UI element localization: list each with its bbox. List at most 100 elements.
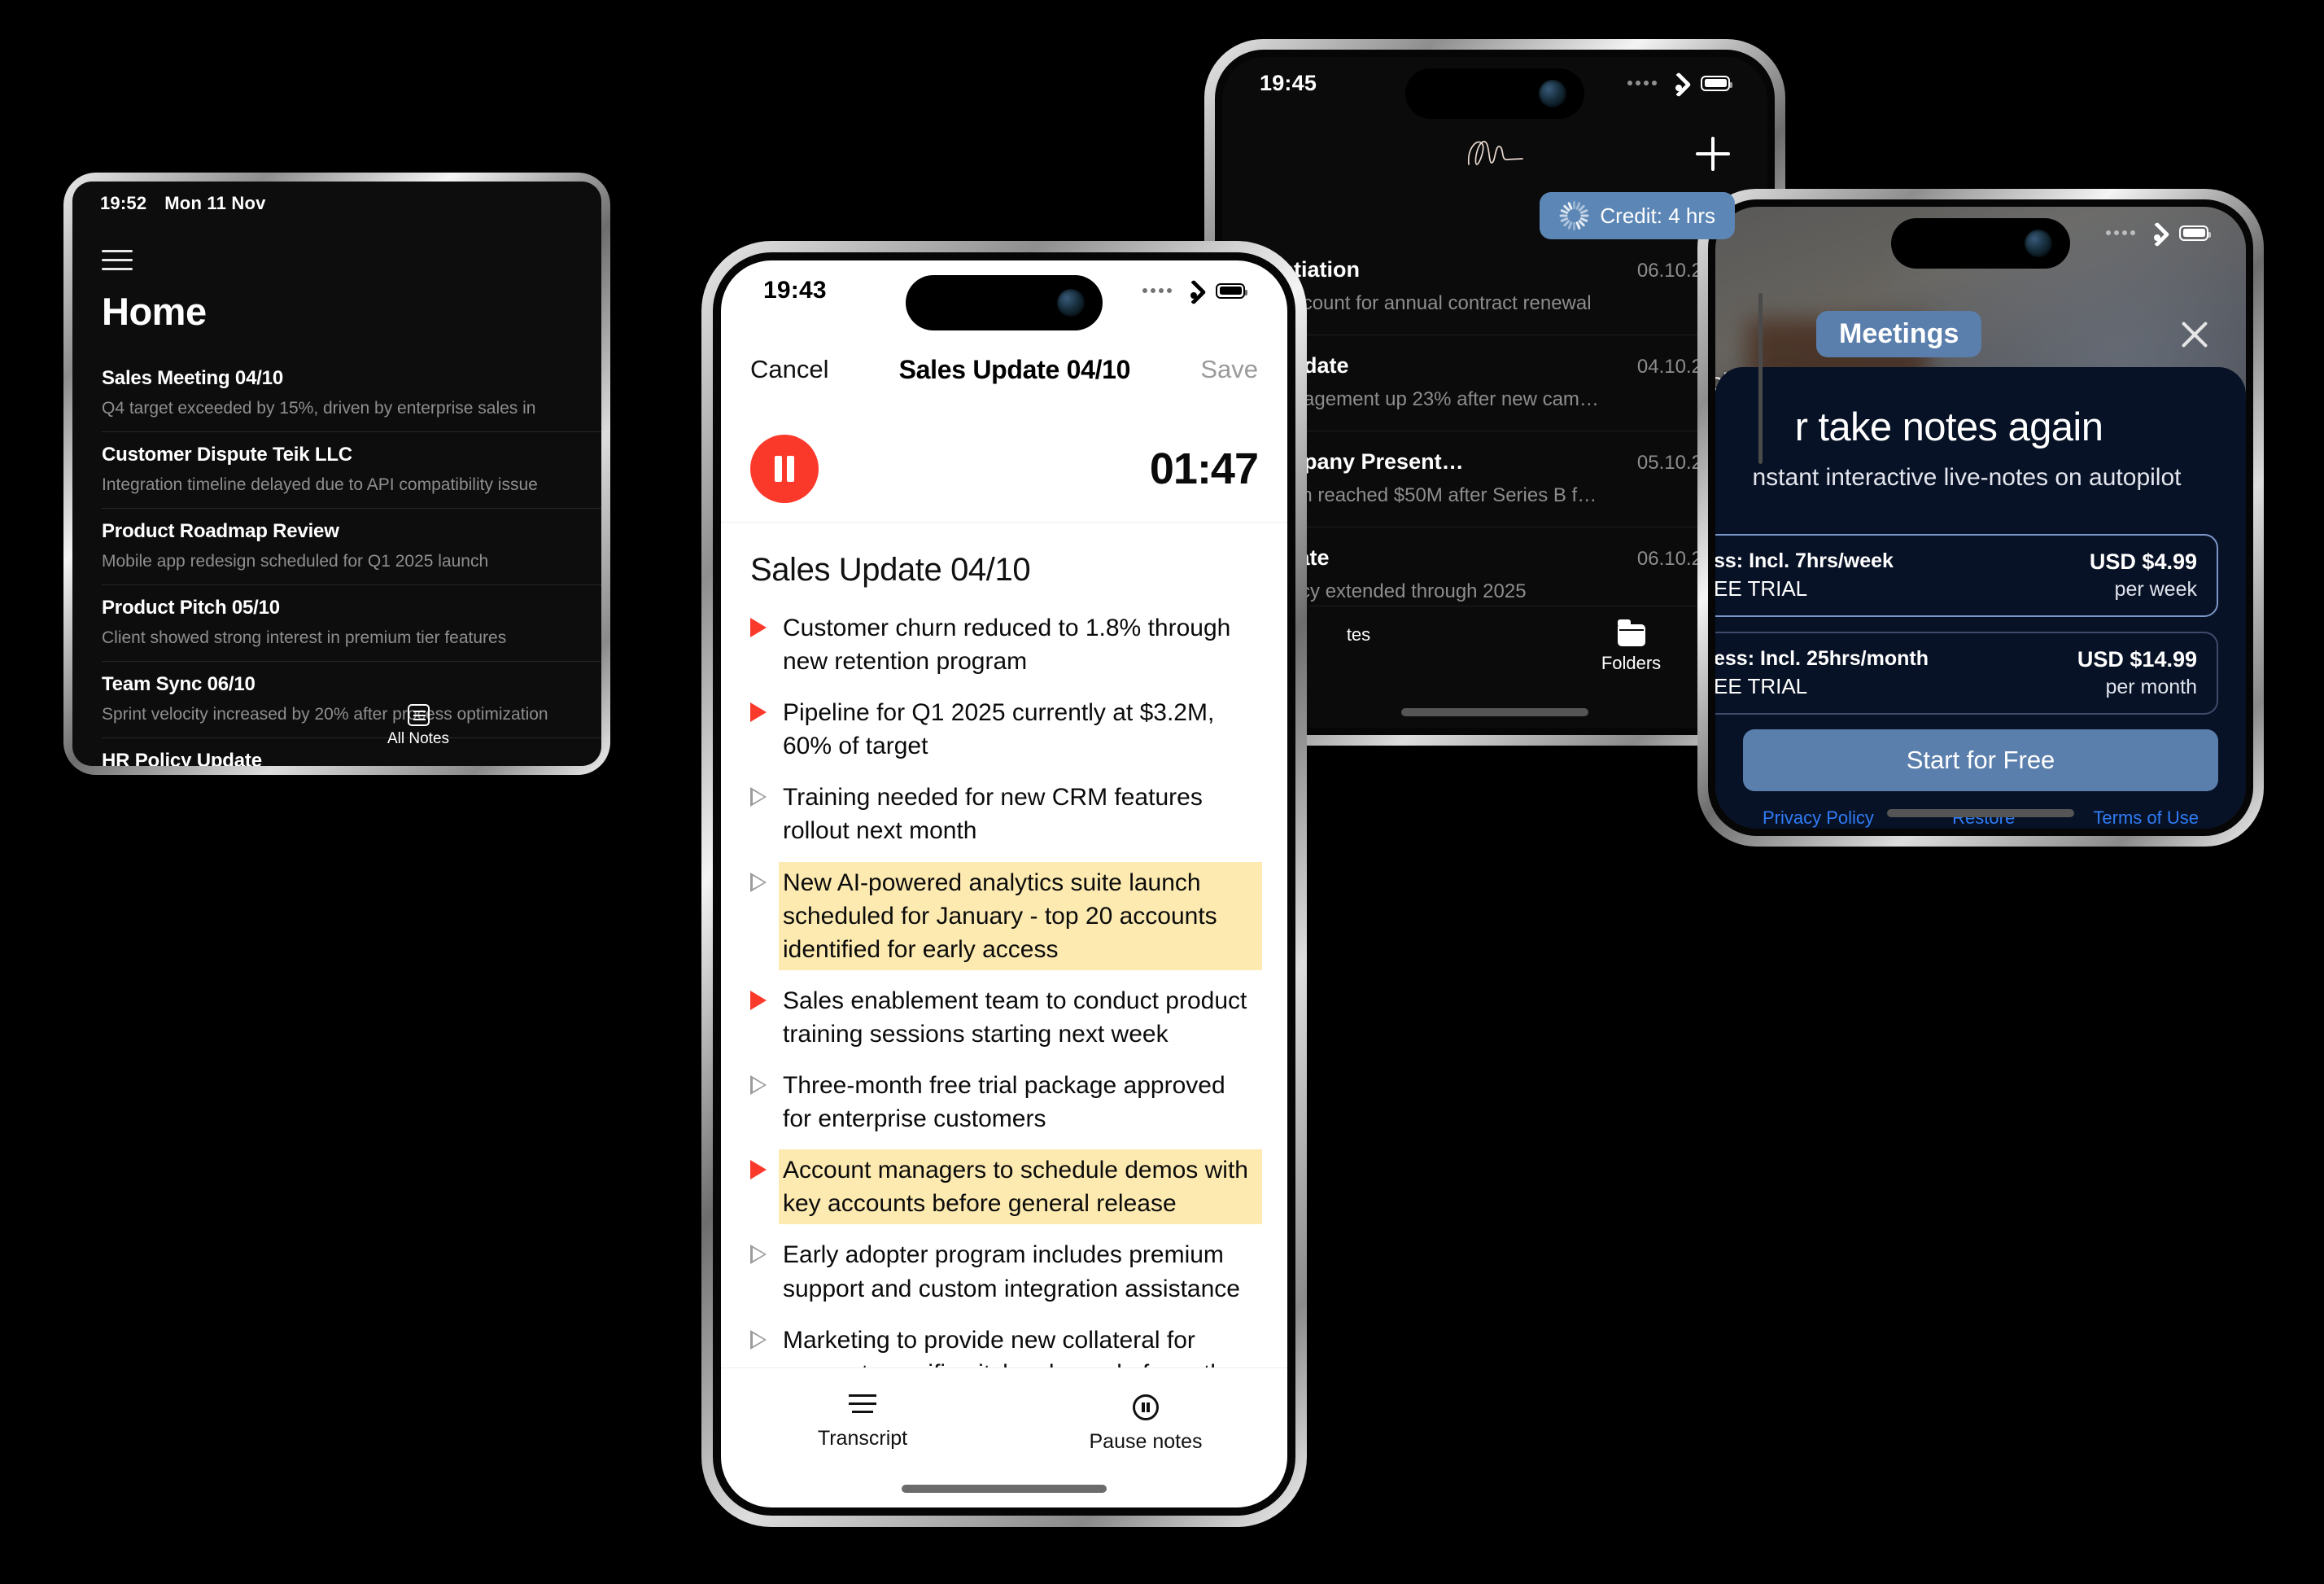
tab-transcript[interactable]: Transcript — [721, 1394, 1004, 1451]
meetings-badge: Meetings — [1816, 311, 1982, 357]
page-title: Home — [102, 290, 207, 333]
bullet-text: Training needed for new CRM features rol… — [783, 784, 1203, 845]
wifi-icon — [1667, 75, 1690, 92]
status-time: 19:45 — [1260, 70, 1317, 95]
plan-line2: EE TRIAL — [1715, 674, 1808, 698]
battery-icon — [1701, 75, 1732, 91]
battery-icon — [2179, 225, 2211, 241]
app-logo-icon — [1468, 141, 1523, 165]
plan-list: ss: Incl. 7hrs/week EE TRIAL USD $4.99 p… — [1715, 534, 2218, 715]
paywall-card: r take notes again nstant interactive li… — [1715, 367, 2246, 829]
transcript-icon — [849, 1394, 876, 1417]
plan-line1: ss: Incl. 7hrs/week — [1715, 549, 1894, 572]
note-title: Team Sync 06/10 — [102, 673, 256, 695]
scrollbar[interactable] — [1758, 293, 1763, 464]
wifi-icon — [2146, 225, 2169, 242]
outline-triangle-icon — [750, 787, 767, 807]
filled-triangle-icon — [750, 618, 767, 637]
recorder-bar: 01:47 — [721, 415, 1287, 523]
note-bullet-highlighted[interactable]: New AI-powered analytics suite launch sc… — [750, 865, 1258, 966]
wifi-icon — [1182, 282, 1205, 300]
note-subtitle: luation reached $50M after Series B f… — [1255, 484, 1597, 506]
back-phone-nav — [1222, 120, 1767, 190]
filled-triangle-icon — [750, 702, 767, 723]
bullet-text: Three-month free trial package approved … — [783, 1072, 1225, 1133]
note-subtitle: Mobile app redesign scheduled for Q1 202… — [102, 552, 489, 571]
plan-price: USD $14.99 — [2077, 647, 2197, 672]
note-bullet-highlighted[interactable]: Account managers to schedule demos with … — [750, 1153, 1258, 1221]
terms-of-use-link[interactable]: Terms of Use — [2093, 807, 2199, 829]
privacy-policy-link[interactable]: Privacy Policy — [1763, 807, 1874, 829]
list-item[interactable]: Customer Dispute Teik LLC Integration ti… — [102, 432, 601, 509]
right-phone-screen: Meetings o track KPIs, provide weeklyes … — [1715, 207, 2246, 829]
tablet-status-bar: 19:52 Mon 11 Nov — [72, 182, 601, 225]
save-button[interactable]: Save — [1200, 355, 1258, 384]
note-title: Sales Meeting 04/10 — [102, 367, 283, 389]
tab-all-notes[interactable]: All Notes — [387, 704, 449, 748]
note-subtitle: % discount for annual contract renewal — [1255, 292, 1592, 314]
tablet-device: 19:52 Mon 11 Nov Home Sales Meeting 04/1… — [63, 173, 610, 775]
paywall-headline: r take notes again — [1794, 405, 2103, 449]
status-time: 19:43 — [763, 277, 827, 304]
list-item[interactable]: Product Pitch 05/10 Client showed strong… — [102, 585, 601, 662]
start-for-free-button[interactable]: Start for Free — [1743, 729, 2218, 791]
cellular-icon — [2106, 230, 2135, 235]
note-bullet[interactable]: Training needed for new CRM features rol… — [750, 781, 1258, 847]
plan-period: per week — [2114, 578, 2197, 601]
dynamic-island — [906, 275, 1103, 330]
note-bullet[interactable]: Pipeline for Q1 2025 currently at $3.2M,… — [750, 696, 1258, 763]
note-bullet[interactable]: Customer churn reduced to 1.8% through n… — [750, 611, 1258, 678]
note-bullet[interactable]: Sales enablement team to conduct product… — [750, 984, 1258, 1051]
folder-icon — [1617, 619, 1645, 646]
credit-label: Credit: 4 hrs — [1600, 203, 1715, 228]
main-phone-device: 19:43 Cancel Sales Update 04/10 Save 01:… — [701, 241, 1307, 1527]
note-subtitle: Q4 target exceeded by 15%, driven by ent… — [102, 399, 536, 418]
filled-triangle-icon — [750, 1160, 767, 1180]
list-item[interactable]: Product Roadmap Review Mobile app redesi… — [102, 509, 601, 585]
pause-circle-icon — [1133, 1394, 1159, 1420]
outline-triangle-icon — [750, 1075, 767, 1096]
bullet-text: Pipeline for Q1 2025 currently at $3.2M,… — [783, 699, 1215, 760]
dynamic-island — [1891, 218, 2070, 269]
filled-triangle-icon — [750, 990, 767, 1010]
list-item[interactable]: Sales Meeting 04/10 Q4 target exceeded b… — [102, 356, 601, 432]
note-bullet[interactable]: Early adopter program includes premium s… — [750, 1238, 1258, 1305]
note-title: Customer Dispute Teik LLC — [102, 444, 352, 466]
credit-badge[interactable]: Credit: 4 hrs — [1540, 192, 1735, 239]
plan-option-weekly[interactable]: ss: Incl. 7hrs/week EE TRIAL USD $4.99 p… — [1715, 534, 2218, 617]
note-body: Sales Update 04/10 Customer churn reduce… — [721, 523, 1287, 1367]
pause-record-button[interactable] — [750, 434, 819, 503]
status-date: Mon 11 Nov — [164, 193, 266, 213]
tab-pause-notes[interactable]: Pause notes — [1004, 1394, 1287, 1454]
add-note-button[interactable] — [1696, 137, 1730, 171]
main-phone-nav-bar: Cancel Sales Update 04/10 Save — [721, 335, 1287, 404]
plan-line1: ess: Incl. 25hrs/month — [1715, 647, 1929, 670]
home-indicator — [1887, 809, 2074, 817]
bullet-text: Sales enablement team to conduct product… — [783, 987, 1247, 1048]
home-indicator — [902, 1485, 1107, 1493]
note-title: Product Pitch 05/10 — [102, 597, 280, 619]
note-bullet[interactable]: Three-month free trial package approved … — [750, 1069, 1258, 1135]
hamburger-icon[interactable] — [102, 250, 133, 271]
bullet-text: New AI-powered analytics suite launch sc… — [783, 865, 1258, 966]
note-bullet[interactable]: Marketing to provide new collateral for … — [750, 1324, 1258, 1367]
close-icon[interactable] — [2178, 317, 2212, 352]
nav-title: Sales Update 04/10 — [898, 354, 1131, 384]
right-phone-device: Meetings o track KPIs, provide weeklyes … — [1697, 189, 2264, 847]
note-subtitle: k policy extended through 2025 — [1255, 580, 1527, 602]
status-icons — [1142, 282, 1247, 300]
plan-option-monthly[interactable]: ess: Incl. 25hrs/month EE TRIAL USD $14.… — [1715, 632, 2218, 715]
note-subtitle: a engagement up 23% after new cam… — [1255, 388, 1599, 410]
main-phone-screen: 19:43 Cancel Sales Update 04/10 Save 01:… — [721, 260, 1287, 1507]
cancel-button[interactable]: Cancel — [750, 355, 829, 384]
tablet-screen: 19:52 Mon 11 Nov Home Sales Meeting 04/1… — [72, 182, 601, 766]
home-indicator — [1401, 708, 1588, 716]
note-heading: Sales Update 04/10 — [750, 552, 1031, 588]
status-icons — [2106, 225, 2211, 242]
record-timer: 01:47 — [1149, 444, 1259, 493]
status-time: 19:52 — [100, 193, 147, 213]
outline-triangle-icon — [750, 872, 767, 892]
tab-label: Pause notes — [1089, 1430, 1203, 1453]
battery-icon — [1216, 282, 1247, 299]
status-icons — [1627, 75, 1732, 92]
